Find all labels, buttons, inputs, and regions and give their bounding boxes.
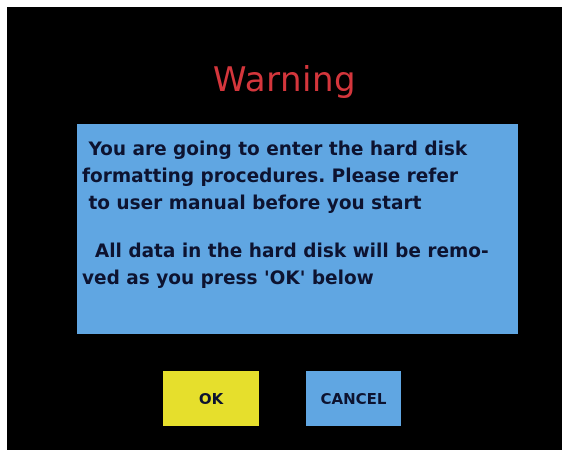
warning-message: You are going to enter the hard disk for… — [82, 139, 468, 214]
cancel-button[interactable]: CANCEL — [306, 371, 401, 426]
dialog-title: Warning — [212, 60, 357, 100]
data-loss-message: All data in the hard disk will be remo- … — [82, 241, 489, 289]
ok-button[interactable]: OK — [163, 371, 259, 426]
